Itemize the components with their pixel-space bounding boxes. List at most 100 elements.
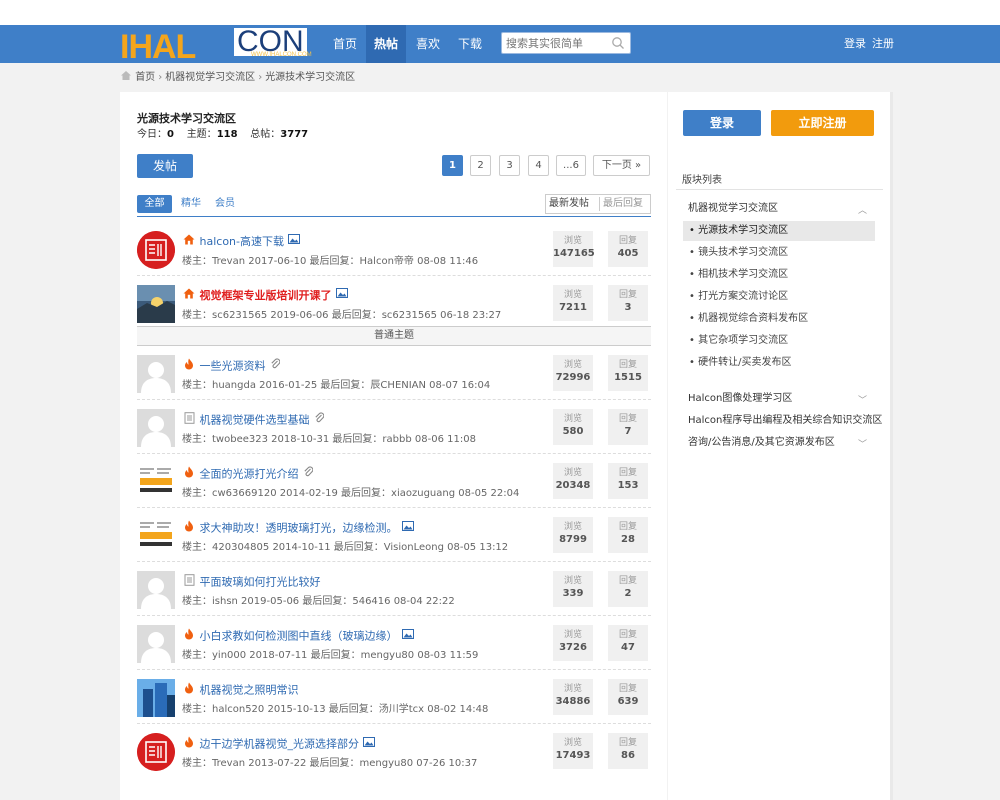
search-input[interactable] — [506, 34, 606, 52]
sidebar-subforum[interactable]: • 打光方案交流讨论区 — [683, 287, 875, 307]
thread-title[interactable]: 求大神助攻！透明玻璃打光，边缘检测。 — [200, 522, 398, 535]
avatar[interactable] — [137, 231, 175, 269]
chevron-down-icon[interactable]: ﹀ — [858, 393, 867, 406]
thread-meta: 楼主：420304805 2014-10-11 最后回复：VisionLeong… — [182, 542, 509, 553]
breadcrumb: 首页 › 机器视觉学习交流区 › 光源技术学习交流区 — [120, 70, 355, 86]
thread-title[interactable]: 全面的光源打光介绍 — [200, 468, 299, 481]
page-1[interactable]: 1 — [442, 155, 463, 176]
thread-row[interactable]: 平面玻璃如何打光比较好 楼主：ishsn 2019-05-06 最后回复：5464… — [137, 562, 651, 616]
nav-like[interactable]: 喜欢 — [408, 25, 448, 63]
thread-title[interactable]: 视觉框架专业版培训开课了 — [200, 289, 332, 302]
thread-row[interactable]: 求大神助攻！透明玻璃打光，边缘检测。楼主：420304805 2014-10-1… — [137, 508, 651, 562]
replies-count: 28 — [621, 534, 635, 545]
breadcrumb-home[interactable]: 首页 — [135, 72, 155, 83]
chevron-up-icon[interactable]: ︿ — [858, 203, 867, 216]
views-label: 浏览 — [563, 684, 582, 694]
views-count: 7211 — [559, 302, 587, 313]
views-label: 浏览 — [563, 290, 582, 300]
home-icon[interactable] — [120, 70, 132, 81]
sort-last-reply[interactable]: 最后回复 — [603, 195, 643, 213]
sidebar-subforum[interactable]: • 机器视觉综合资料发布区 — [683, 309, 875, 329]
replies-box: 回复 2 — [608, 571, 648, 607]
filter-digest-tab[interactable]: 精华 — [181, 195, 201, 213]
new-post-button[interactable]: 发帖 — [137, 154, 193, 178]
search-icon[interactable] — [611, 36, 625, 50]
replies-label: 回复 — [618, 630, 637, 640]
thread-title-line: 边干边学机器视觉_光源选择部分 — [182, 736, 375, 752]
thread-row[interactable]: 机器视觉硬件选型基础 楼主：twobee323 2018-10-31 最后回复：r… — [137, 400, 651, 454]
category-announcements[interactable]: 咨询/公告消息/及其它资源发布区 — [688, 435, 835, 451]
avatar[interactable] — [137, 679, 175, 717]
breadcrumb-parent[interactable]: 机器视觉学习交流区 — [165, 72, 255, 83]
next-page-button[interactable]: 下一页 » — [593, 155, 650, 176]
sidebar-subforum[interactable]: • 相机技术学习交流区 — [683, 265, 875, 285]
avatar[interactable] — [137, 625, 175, 663]
avatar[interactable] — [137, 355, 175, 393]
thread-title[interactable]: 小白求教如何检测图中直线（玻璃边缘） — [200, 630, 398, 643]
sidebar-subforum[interactable]: • 其它杂项学习交流区 — [683, 331, 875, 351]
register-link[interactable]: 注册 — [872, 25, 894, 63]
stat-posts: 3777 — [280, 129, 309, 140]
thread-row[interactable]: 全面的光源打光介绍 楼主：cw63669120 2014-02-19 最后回复：x… — [137, 454, 651, 508]
page-4[interactable]: 4 — [528, 155, 549, 176]
sort-newest[interactable]: 最新发帖 — [549, 195, 589, 213]
thread-title[interactable]: halcon-高速下载 — [200, 235, 285, 248]
replies-label: 回复 — [618, 414, 637, 424]
avatar[interactable] — [137, 285, 175, 323]
nav-home[interactable]: 首页 — [325, 25, 365, 63]
replies-box: 回复 47 — [608, 625, 648, 661]
login-link[interactable]: 登录 — [844, 25, 866, 63]
category-halcon-image[interactable]: Halcon图像处理学习区 — [688, 391, 792, 407]
doc-icon — [182, 412, 196, 429]
views-box: 浏览 3726 — [553, 625, 593, 661]
clip-icon — [303, 466, 313, 483]
page-3[interactable]: 3 — [499, 155, 520, 176]
thread-row[interactable]: 机器视觉之照明常识 楼主：halcon520 2015-10-13 最后回复：汤川… — [137, 670, 651, 724]
breadcrumb-current[interactable]: 光源技术学习交流区 — [265, 72, 355, 83]
sidebar-subforum[interactable]: • 镜头技术学习交流区 — [683, 243, 875, 263]
sidebar-subforum[interactable]: • 硬件转让/买卖发布区 — [683, 353, 875, 373]
replies-box: 回复 86 — [608, 733, 648, 769]
thread-row[interactable]: halcon-高速下载 楼主：Trevan 2017-06-10 最后回复：Hal… — [137, 222, 651, 276]
avatar[interactable] — [137, 463, 175, 501]
sidebar-register-button[interactable]: 立即注册 — [771, 110, 874, 136]
avatar[interactable] — [137, 517, 175, 555]
views-label: 浏览 — [563, 360, 582, 370]
thread-row[interactable]: 一些光源资料 楼主：huangda 2016-01-25 最后回复：辰CHENIA… — [137, 346, 651, 400]
filter-all-tab[interactable]: 全部 — [137, 195, 172, 213]
views-count: 20348 — [555, 480, 591, 491]
replies-label: 回复 — [618, 576, 637, 586]
thread-row[interactable]: 边干边学机器视觉_光源选择部分 楼主：Trevan 2013-07-22 最后回复… — [137, 724, 651, 778]
top-strip — [0, 0, 1000, 25]
replies-count: 2 — [624, 588, 632, 599]
filter-member-tab[interactable]: 会员 — [215, 195, 235, 213]
thread-title-line: 求大神助攻！透明玻璃打光，边缘检测。 — [182, 520, 414, 536]
category-halcon-export[interactable]: Halcon程序导出编程及相关综合知识交流区 — [688, 413, 882, 429]
sidebar-subforum[interactable]: • 光源技术学习交流区 — [683, 221, 875, 241]
thread-title[interactable]: 机器视觉硬件选型基础 — [200, 414, 310, 427]
replies-count: 405 — [617, 248, 639, 259]
home-icon — [182, 288, 196, 304]
sidebar-login-button[interactable]: 登录 — [683, 110, 761, 136]
page-2[interactable]: 2 — [470, 155, 491, 176]
nav-download[interactable]: 下载 — [450, 25, 490, 63]
image-icon — [335, 288, 348, 304]
thread-meta: 楼主：yin000 2018-07-11 最后回复：mengyu80 08-03… — [182, 650, 479, 661]
thread-row[interactable]: 小白求教如何检测图中直线（玻璃边缘） 楼主：yin000 2018-07-11 最… — [137, 616, 651, 670]
thread-title[interactable]: 边干边学机器视觉_光源选择部分 — [200, 738, 360, 751]
avatar[interactable] — [137, 571, 175, 609]
avatar[interactable] — [137, 409, 175, 447]
views-box: 浏览 17493 — [553, 733, 593, 769]
image-icon — [363, 736, 375, 753]
site-logo[interactable]: IHAL CON WWW.IHALCON.COM — [120, 27, 320, 65]
thread-title[interactable]: 平面玻璃如何打光比较好 — [200, 576, 321, 589]
thread-row[interactable]: 视觉框架专业版培训开课了 楼主：sc6231565 2019-06-06 最后回复… — [137, 276, 651, 330]
chevron-down-icon[interactable]: ﹀ — [858, 437, 867, 450]
nav-hot[interactable]: 热帖 — [366, 25, 406, 63]
page-6[interactable]: ...6 — [556, 155, 586, 176]
thread-title[interactable]: 机器视觉之照明常识 — [200, 684, 299, 697]
category-machine-vision[interactable]: 机器视觉学习交流区 — [688, 201, 778, 217]
thread-title[interactable]: 一些光源资料 — [200, 360, 266, 373]
normal-topics-divider: 普通主题 — [137, 326, 651, 346]
avatar[interactable] — [137, 733, 175, 771]
